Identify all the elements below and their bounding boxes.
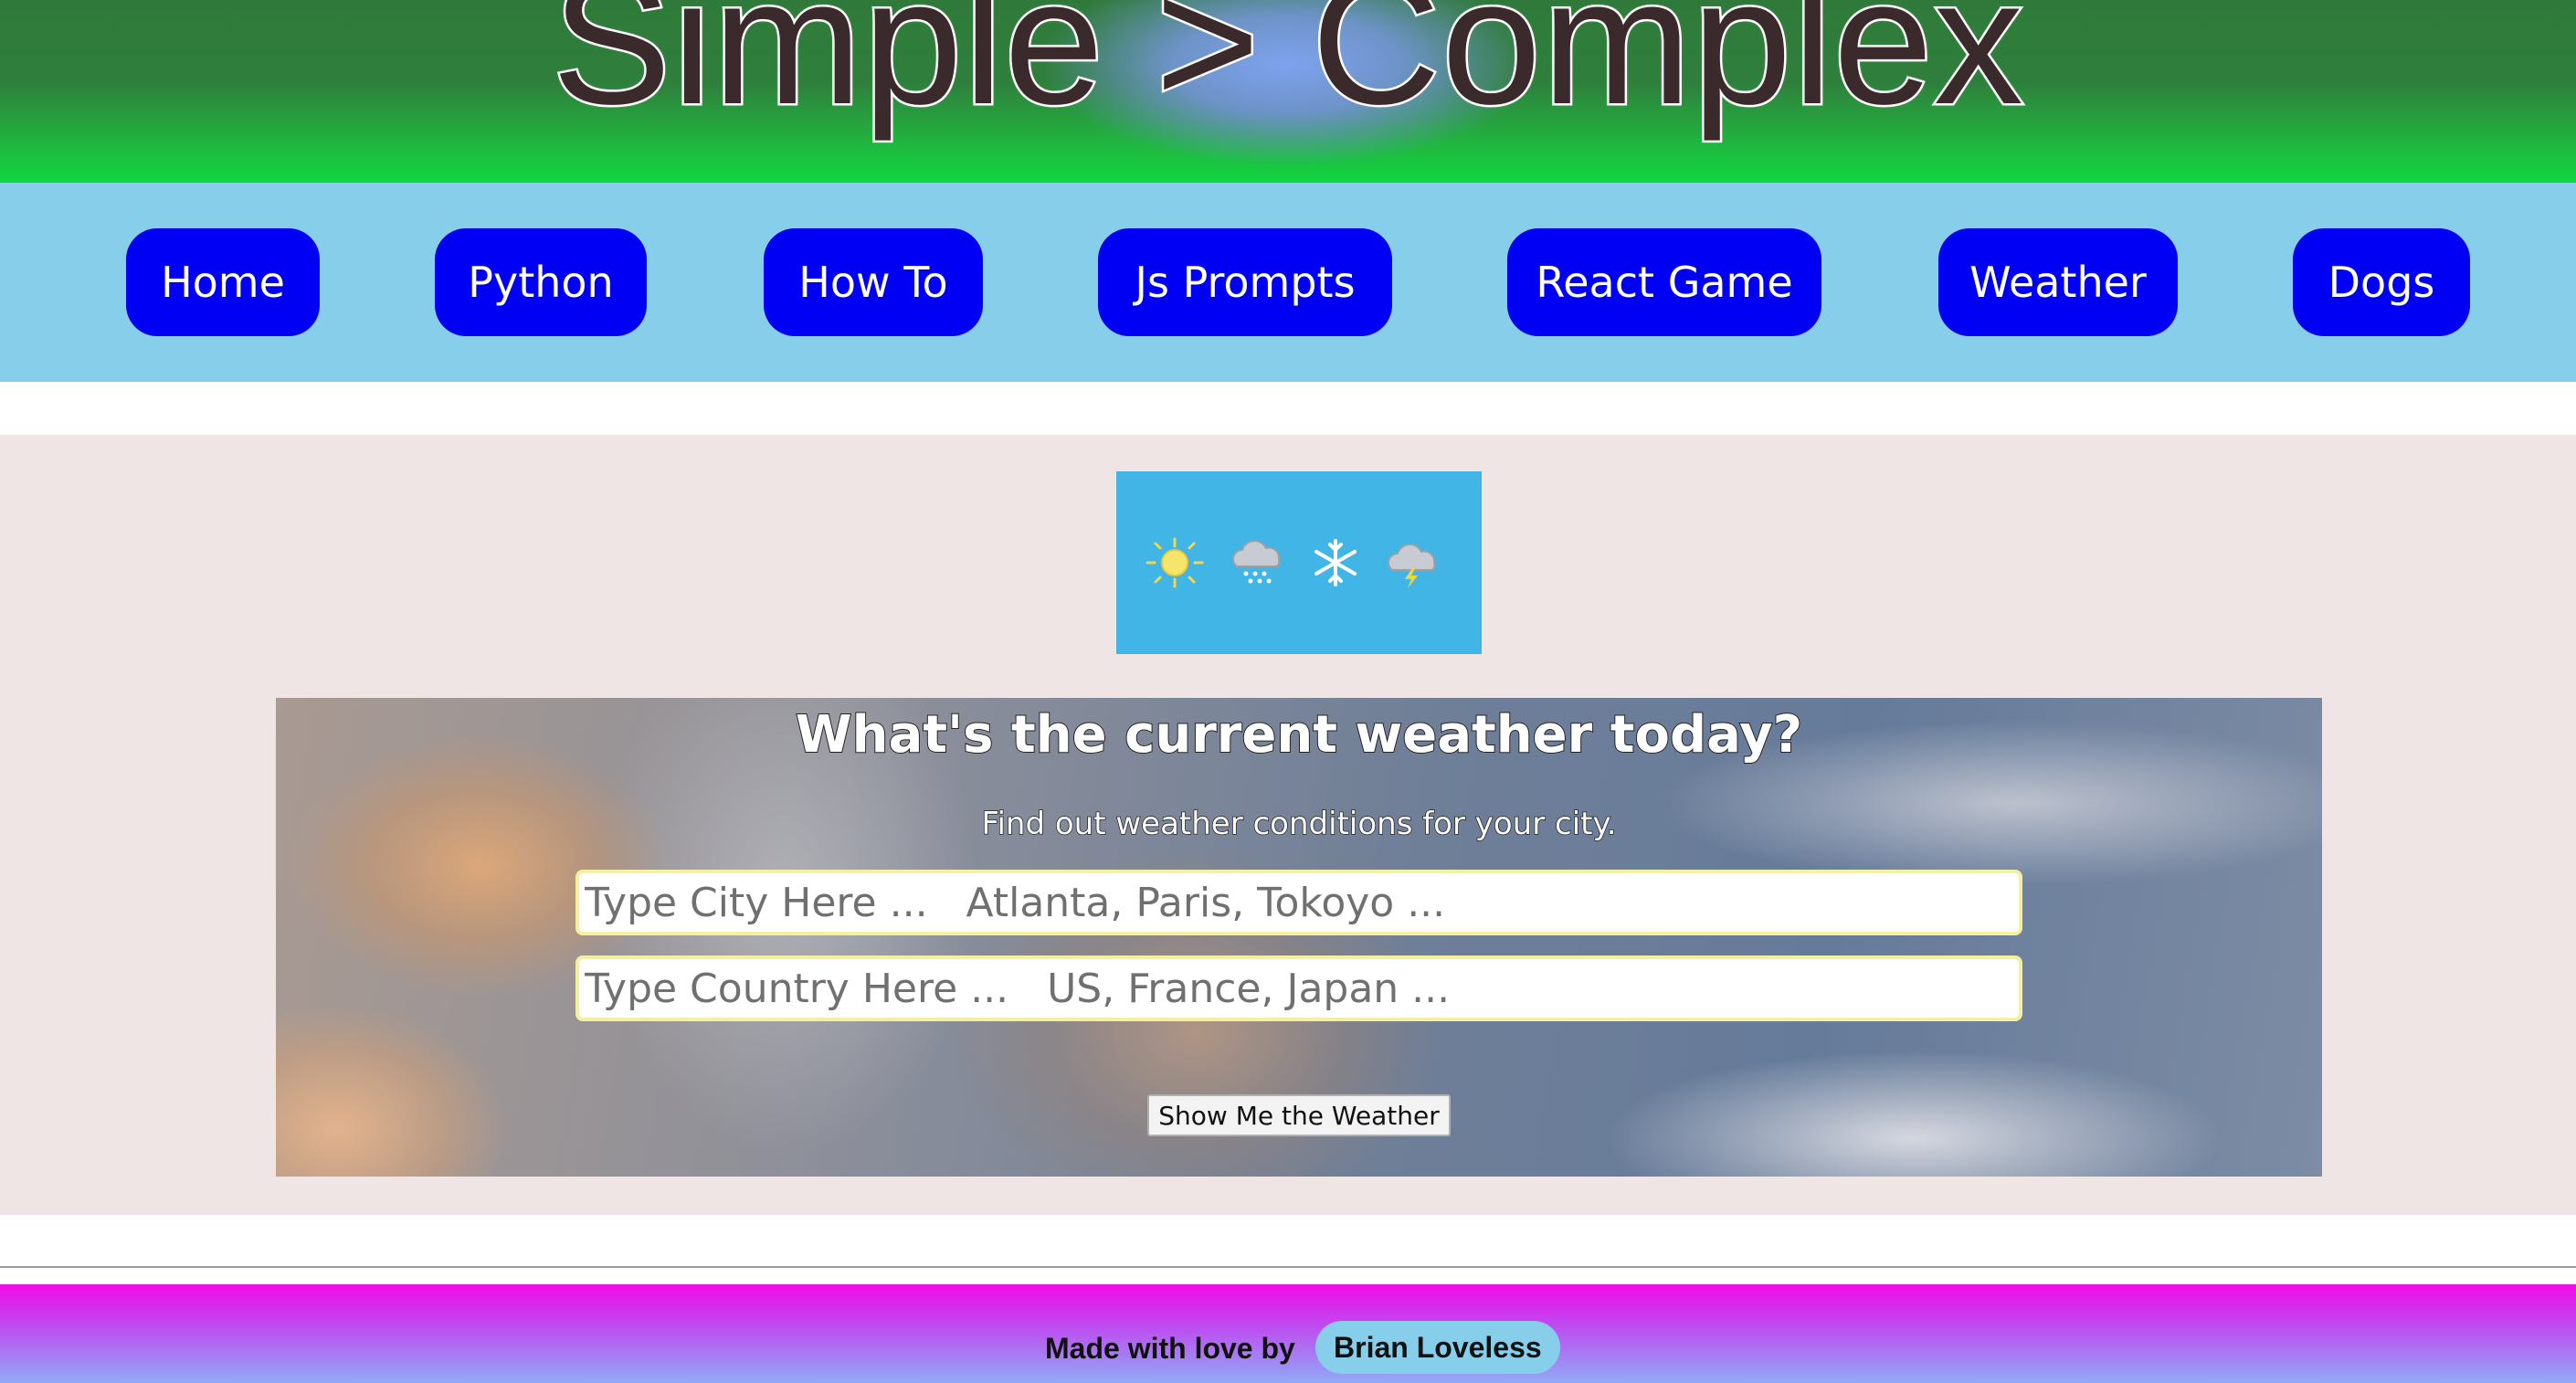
footer: Made with love by Brian Loveless (0, 1284, 2576, 1383)
footer-made-with-text: Made with love by (1045, 1332, 1295, 1365)
snowflake-icon (1314, 539, 1357, 586)
city-input[interactable] (575, 870, 2022, 935)
main-content: What's the current weather today? Find o… (0, 435, 2576, 1215)
nav-python-button[interactable]: Python (435, 228, 647, 336)
sun-icon (1145, 537, 1204, 588)
nav-js-prompts-button[interactable]: Js Prompts (1098, 228, 1392, 336)
thunder-cloud-icon (1388, 544, 1436, 588)
nav-react-game-button[interactable]: React Game (1507, 228, 1821, 336)
show-weather-button[interactable]: Show Me the Weather (1147, 1094, 1451, 1136)
nav-weather-button[interactable]: Weather (1938, 228, 2178, 336)
nav-home-button[interactable]: Home (126, 228, 320, 336)
main-nav: Home Python How To Js Prompts React Game… (0, 183, 2576, 382)
author-link[interactable]: Brian Loveless (1315, 1321, 1560, 1374)
weather-search-card: What's the current weather today? Find o… (276, 698, 2322, 1177)
snow-cloud-icon (1232, 540, 1281, 584)
site-title: Simple > Complex (550, 0, 2026, 142)
weather-card-subtitle: Find out weather conditions for your cit… (981, 805, 1618, 843)
country-input[interactable] (575, 955, 2022, 1021)
weather-icons-banner (1116, 471, 1482, 654)
nav-dogs-button[interactable]: Dogs (2293, 228, 2470, 336)
nav-how-to-button[interactable]: How To (764, 228, 983, 336)
footer-divider (0, 1266, 2576, 1268)
header-banner: Simple > Complex (0, 0, 2576, 183)
weather-card-title: What's the current weather today? (795, 704, 1803, 765)
